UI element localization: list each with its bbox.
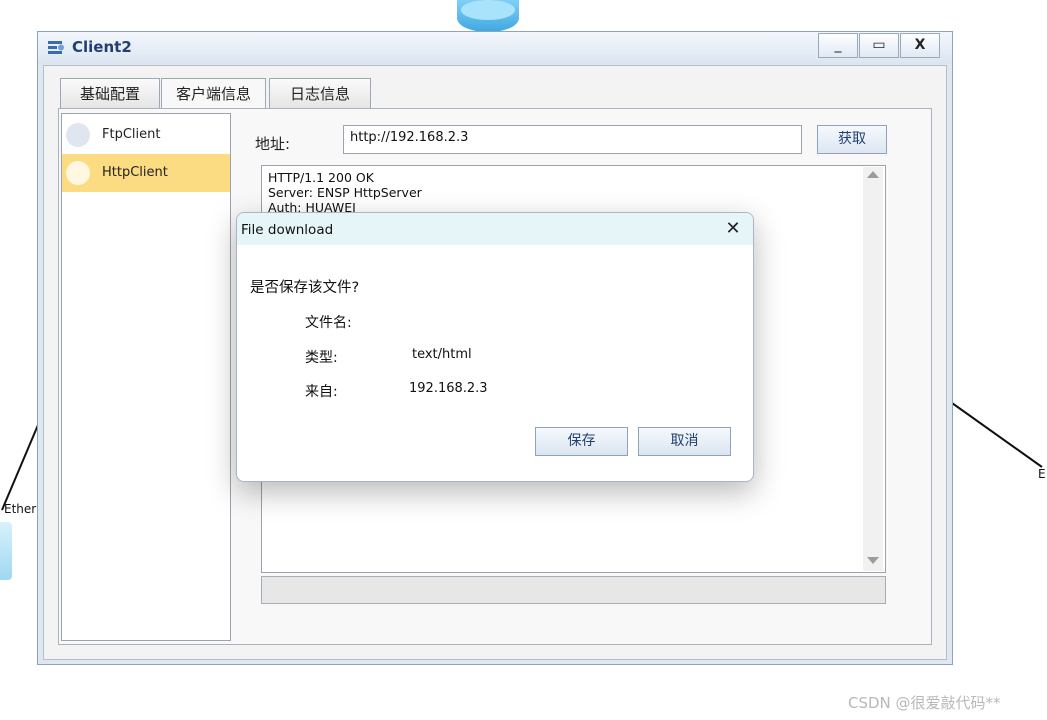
- dialog-titlebar[interactable]: File download ✕: [237, 213, 753, 245]
- client-type-list: FtpClient HttpClient: [61, 113, 231, 641]
- list-item-ftpclient[interactable]: FtpClient: [62, 116, 230, 154]
- fetch-button[interactable]: 获取: [817, 125, 887, 154]
- cancel-button[interactable]: 取消: [638, 427, 731, 456]
- window-titlebar[interactable]: Client2 _ ▭ X: [38, 32, 952, 64]
- maximize-button[interactable]: ▭: [859, 33, 899, 58]
- tab-log-info[interactable]: 日志信息: [269, 78, 371, 110]
- file-download-dialog: File download ✕ 是否保存该文件? 文件名: 类型: text/h…: [236, 212, 754, 482]
- router-device-top: [461, 0, 515, 20]
- pc-device-icon[interactable]: [0, 522, 12, 580]
- list-item-httpclient[interactable]: HttpClient: [62, 154, 230, 192]
- client-status-icon: [66, 123, 90, 147]
- interface-label-right: E: [1038, 467, 1046, 481]
- tab-client-info[interactable]: 客户端信息: [161, 78, 266, 110]
- from-value: 192.168.2.3: [409, 381, 488, 396]
- status-bar: [261, 576, 886, 604]
- dialog-question: 是否保存该文件?: [250, 280, 360, 296]
- list-item-label: FtpClient: [102, 127, 161, 142]
- minimize-button[interactable]: _: [818, 33, 858, 58]
- close-button[interactable]: X: [900, 33, 940, 58]
- save-button[interactable]: 保存: [535, 427, 628, 456]
- network-link-right: [951, 402, 1043, 468]
- dialog-title: File download: [241, 222, 334, 238]
- dialog-close-icon[interactable]: ✕: [721, 217, 745, 241]
- scroll-down-arrow-icon[interactable]: [867, 557, 879, 564]
- vertical-scrollbar[interactable]: [863, 167, 883, 571]
- client-status-icon: [66, 161, 90, 185]
- list-item-label: HttpClient: [102, 165, 168, 180]
- window-title: Client2: [72, 38, 132, 56]
- scroll-up-arrow-icon[interactable]: [867, 171, 879, 178]
- tab-basic-config[interactable]: 基础配置: [60, 78, 160, 110]
- type-value: text/html: [412, 347, 472, 362]
- address-input[interactable]: http://192.168.2.3: [343, 125, 802, 154]
- from-label: 来自:: [305, 384, 338, 400]
- filename-label: 文件名:: [305, 315, 352, 331]
- client-app-icon: [48, 41, 64, 54]
- address-label: 地址:: [255, 135, 291, 153]
- watermark-text: CSDN @很爱敲代码**: [848, 694, 1001, 712]
- interface-label: Ether: [4, 502, 37, 516]
- type-label: 类型:: [305, 350, 338, 366]
- response-text: HTTP/1.1 200 OK Server: ENSP HttpServer …: [268, 170, 422, 215]
